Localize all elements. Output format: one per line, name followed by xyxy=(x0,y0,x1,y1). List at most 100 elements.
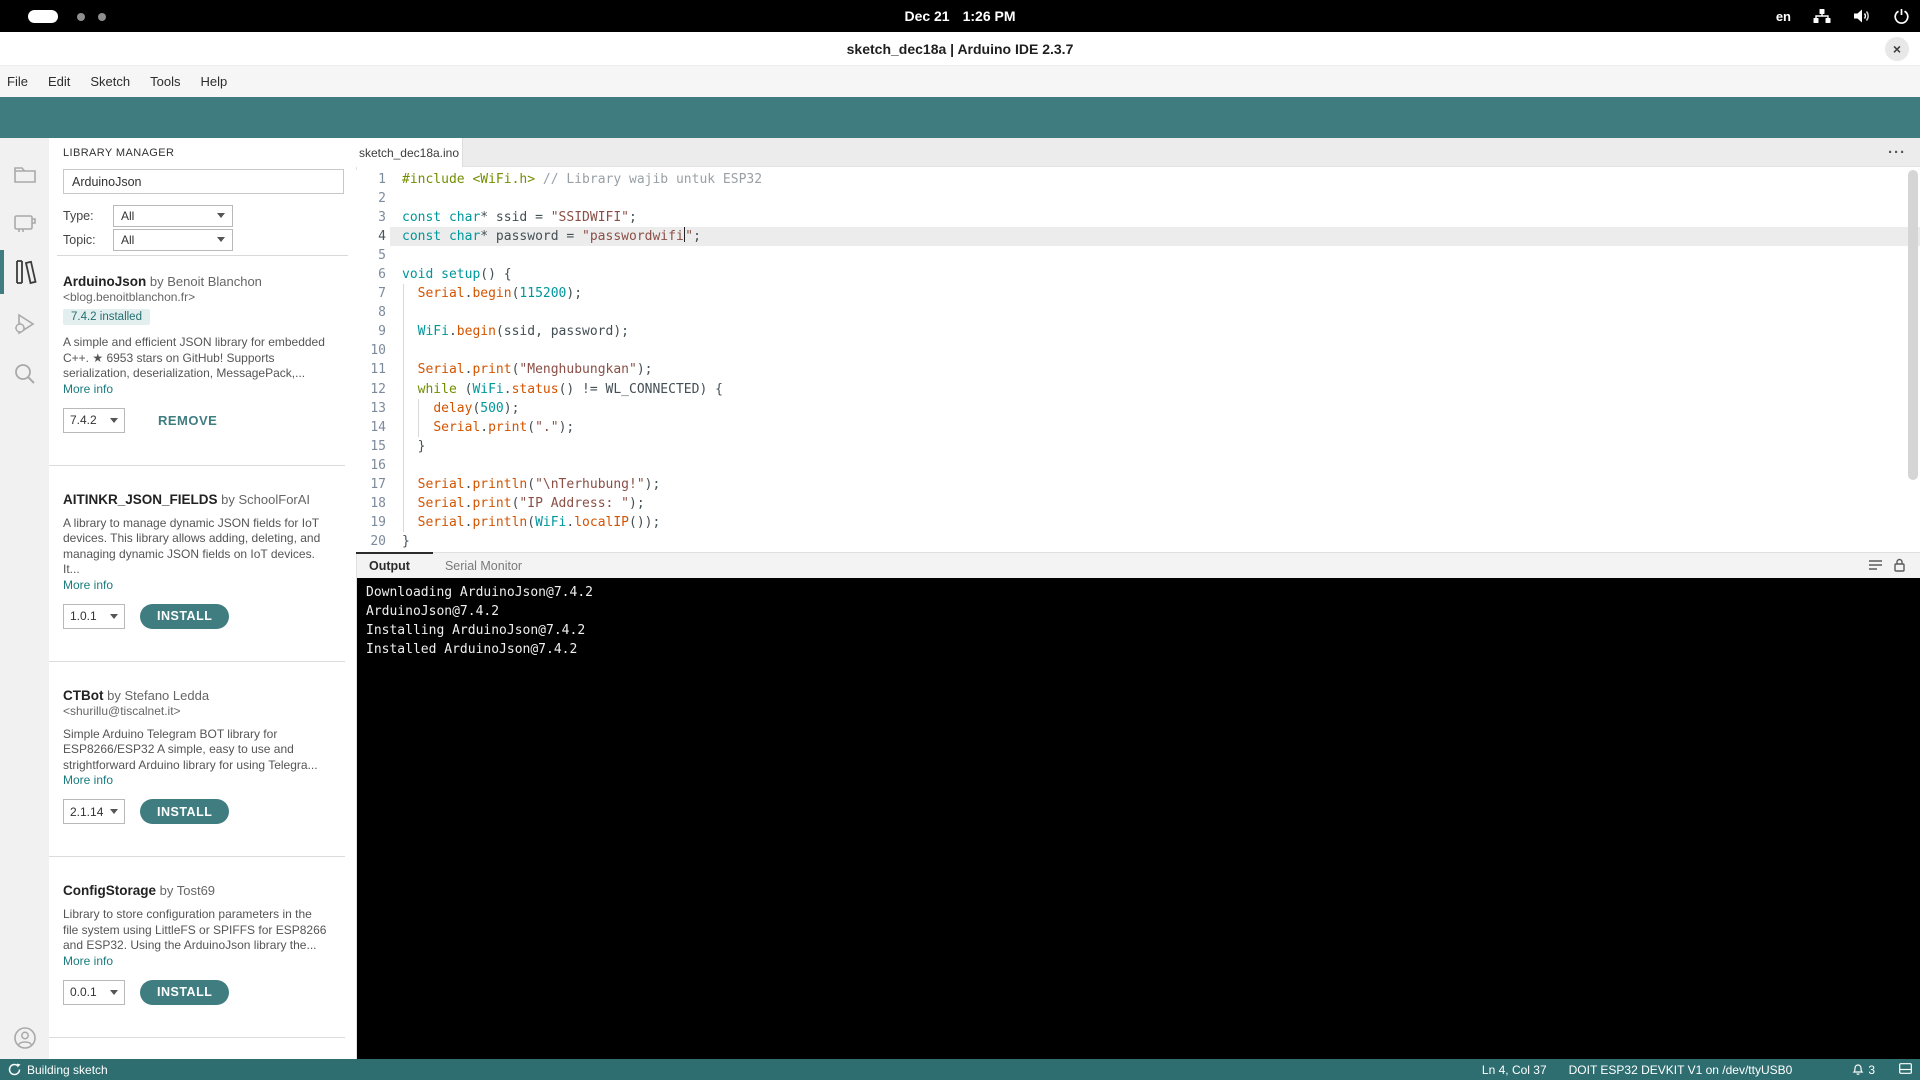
code-text: delay(500); xyxy=(402,399,519,418)
code-text: const char* password = "passwordwifi "; xyxy=(402,227,701,246)
library-books-icon xyxy=(15,260,37,285)
code-line-9[interactable]: 9 WiFi.begin(ssid, password); xyxy=(356,322,1920,341)
code-line-7[interactable]: 7 Serial.begin(115200); xyxy=(356,284,1920,303)
version-select[interactable]: 1.0.1 xyxy=(63,603,125,629)
code-line-1[interactable]: 1 #include <WiFi.h> // Library wajib untu… xyxy=(356,170,1920,189)
code-line-18[interactable]: 18 Serial.print("IP Address: "); xyxy=(356,494,1920,513)
menu-item-tools[interactable]: Tools xyxy=(150,74,180,89)
version-select[interactable]: 2.1.14 xyxy=(63,799,125,824)
code-editor[interactable]: 1 #include <WiFi.h> // Library wajib untu… xyxy=(356,170,1920,552)
more-info-link[interactable]: More info xyxy=(63,578,331,593)
library-description: Simple Arduino Telegram BOT library for E… xyxy=(63,727,331,774)
library-name[interactable]: CTBot xyxy=(63,688,104,703)
power-icon[interactable] xyxy=(1893,8,1910,25)
install-button[interactable]: INSTALL xyxy=(140,979,230,1005)
more-info-link[interactable]: More info xyxy=(63,773,331,788)
editor-scrollbar[interactable] xyxy=(1908,170,1918,480)
cursor-position[interactable]: Ln 4, Col 37 xyxy=(1482,1063,1547,1077)
version-select[interactable]: 7.4.2 xyxy=(63,407,125,433)
code-line-4[interactable]: 4 const char* password = "passwordwifi "; xyxy=(356,227,1920,247)
token-pl: () { xyxy=(480,267,512,283)
network-icon[interactable] xyxy=(1813,8,1831,24)
code-line-2[interactable]: 2 xyxy=(356,189,1920,208)
code-line-11[interactable]: 11 Serial.print("Menghubungkan"); xyxy=(356,360,1920,379)
token-pl: () != WL_CONNECTED) { xyxy=(558,381,723,397)
wrap-lines-icon[interactable] xyxy=(1868,558,1883,577)
board-port-status[interactable]: DOIT ESP32 DEVKIT V1 on /dev/ttyUSB0 xyxy=(1569,1063,1793,1077)
library-list: ArduinoJson by Benoit Blanchon <blog.beno… xyxy=(49,256,345,1059)
code-line-14[interactable]: 14 Serial.print("."); xyxy=(356,418,1920,437)
window-title: sketch_dec18a | Arduino IDE 2.3.7 xyxy=(846,41,1074,57)
output-console[interactable]: Downloading ArduinoJson@7.4.2 ArduinoJson… xyxy=(357,578,1920,1059)
token-fn: begin xyxy=(472,286,512,302)
scroll-lock-icon[interactable] xyxy=(1893,558,1906,577)
tab-sketch[interactable]: sketch_dec18a.ino xyxy=(356,138,463,167)
filter-select-type[interactable]: All xyxy=(113,204,233,227)
code-line-19[interactable]: 19 Serial.println(WiFi.localIP()); xyxy=(356,513,1920,532)
code-line-3[interactable]: 3 const char* ssid = "SSIDWIFI"; xyxy=(356,208,1920,227)
output-tab-serial-monitor[interactable]: Serial Monitor xyxy=(445,559,522,573)
menu-item-help[interactable]: Help xyxy=(200,74,227,89)
close-window-button[interactable]: × xyxy=(1885,37,1909,61)
code-line-16[interactable]: 16 xyxy=(356,456,1920,475)
more-info-link[interactable]: More info xyxy=(63,954,331,969)
menu-item-edit[interactable]: Edit xyxy=(48,74,70,89)
library-name[interactable]: AITINKR_JSON_FIELDS xyxy=(63,492,218,507)
token-pl: } xyxy=(402,438,426,454)
library-name[interactable]: ArduinoJson xyxy=(63,274,146,289)
build-status[interactable]: Building sketch xyxy=(8,1059,108,1080)
sidebar-item-sketchbook[interactable] xyxy=(0,150,49,198)
line-number: 17 xyxy=(370,476,386,492)
keyboard-layout-indicator[interactable]: en xyxy=(1776,9,1791,24)
version-select[interactable]: 0.0.1 xyxy=(63,979,125,1005)
code-line-15[interactable]: 15 } xyxy=(356,437,1920,456)
description-line: strightforward Arduino library for using… xyxy=(63,757,318,772)
library-search-input[interactable] xyxy=(63,169,344,194)
code-line-10[interactable]: 10 xyxy=(356,341,1920,360)
token-fn: Serial xyxy=(417,495,465,511)
code-line-17[interactable]: 17 Serial.println("\nTerhubung!"); xyxy=(356,475,1920,494)
activity-bar xyxy=(0,138,49,1059)
console-line: ArduinoJson@7.4.2 xyxy=(366,604,500,619)
install-button[interactable]: INSTALL xyxy=(140,603,230,629)
installed-badge: 7.4.2 installed xyxy=(63,309,150,325)
remove-button[interactable]: REMOVE xyxy=(158,413,217,428)
code-line-20[interactable]: 20} xyxy=(356,532,1920,551)
sidebar-item-debug[interactable] xyxy=(0,300,49,348)
code-line-13[interactable]: 13 delay(500); xyxy=(356,399,1920,418)
description-line: devices. This library allows adding, del… xyxy=(63,531,321,545)
indent-guide xyxy=(403,284,404,532)
more-info-link[interactable]: More info xyxy=(63,382,331,397)
token-ol: <WiFi.h> xyxy=(472,172,536,187)
sidebar-item-account[interactable] xyxy=(0,1014,49,1062)
sidebar-item-search[interactable] xyxy=(0,350,49,398)
library-name[interactable]: ConfigStorage xyxy=(63,883,156,898)
library-controls: 2.1.14 INSTALL xyxy=(63,799,331,824)
system-clock[interactable]: Dec 21 1:26 PM xyxy=(0,0,1920,32)
volume-icon[interactable] xyxy=(1853,8,1871,24)
description-line: Simple Arduino Telegram BOT library for xyxy=(63,726,278,741)
token-kw: char xyxy=(448,229,481,245)
description-line: ESP8266/ESP32 A simple, easy to use and xyxy=(63,742,294,756)
code-line-8[interactable]: 8 xyxy=(356,303,1920,322)
filter-select-topic[interactable]: All xyxy=(113,228,233,251)
notifications-button[interactable]: 3 xyxy=(1852,1063,1875,1077)
install-button[interactable]: INSTALL xyxy=(140,799,230,824)
library-description: A simple and efficient JSON library for … xyxy=(63,335,331,382)
code-line-5[interactable]: 5 xyxy=(356,246,1920,265)
menu-item-sketch[interactable]: Sketch xyxy=(90,74,130,89)
sidebar-item-boards-manager[interactable] xyxy=(0,200,49,248)
token-pl: ; xyxy=(693,229,701,245)
token-pl: ); xyxy=(558,419,575,435)
sidebar-item-library-manager[interactable] xyxy=(0,248,49,296)
menu-item-file[interactable]: File xyxy=(7,74,28,89)
toggle-panel-icon[interactable] xyxy=(1899,1062,1912,1077)
code-line-6[interactable]: 6 void setup() { xyxy=(356,265,1920,284)
code-line-12[interactable]: 12 while (WiFi.status() != WL_CONNECTED)… xyxy=(356,380,1920,399)
token-pl: . xyxy=(448,324,457,340)
editor-more-actions[interactable]: ··· xyxy=(1888,138,1906,167)
tab-label: sketch_dec18a.ino xyxy=(358,145,460,160)
output-tab-output[interactable]: Output xyxy=(369,559,410,573)
